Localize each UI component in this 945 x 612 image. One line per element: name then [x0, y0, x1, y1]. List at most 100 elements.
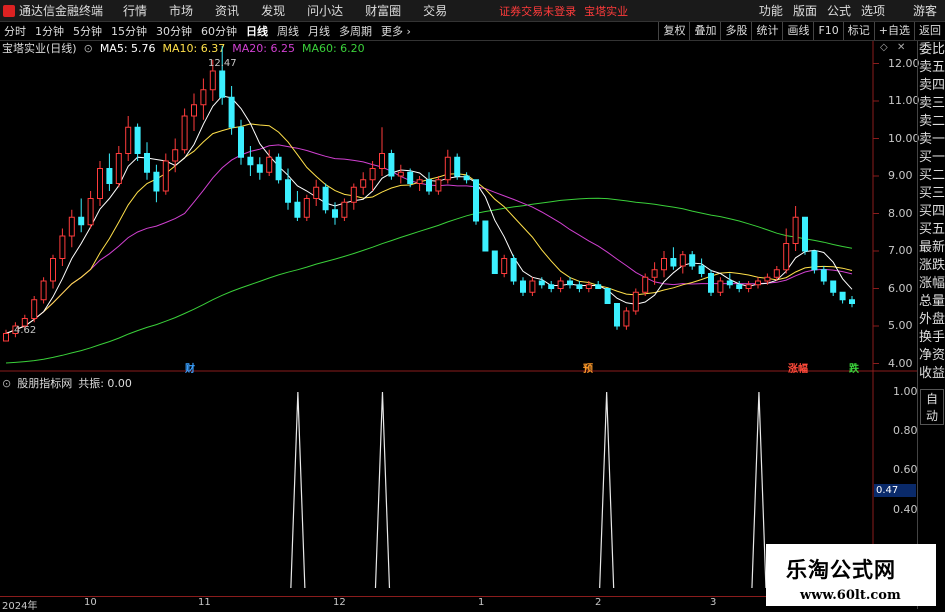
- candle-body: [115, 153, 122, 184]
- candle-body: [849, 299, 855, 304]
- side-panel-item[interactable]: 卖一: [918, 131, 945, 149]
- indicator-title: ⊙ 股朋指标网 共振: 0.00: [2, 375, 138, 391]
- indicator-formula: 共振: 0.00: [78, 377, 132, 390]
- candle-body: [698, 265, 705, 274]
- event-finance[interactable]: 财: [185, 360, 195, 375]
- candle-body: [350, 186, 357, 203]
- candle-body: [623, 310, 630, 327]
- candle-body: [520, 280, 526, 293]
- candle-body: [31, 299, 38, 319]
- event-limit-up[interactable]: 涨幅: [788, 360, 808, 375]
- candle-body: [191, 104, 197, 117]
- side-panel-item[interactable]: 买四: [918, 203, 945, 221]
- candle-body: [454, 156, 461, 177]
- side-panel-item[interactable]: 买三: [918, 185, 945, 203]
- indicator-toggle-icon[interactable]: ⊙: [2, 377, 11, 390]
- candle-body: [426, 179, 432, 192]
- candle-body: [228, 96, 235, 128]
- side-panel-item[interactable]: 最新: [918, 239, 945, 257]
- candle-body: [3, 333, 9, 342]
- candle-body: [435, 179, 442, 192]
- candle-body: [388, 153, 395, 177]
- ma60-path: [5, 197, 853, 364]
- indicator-name: 股朋指标网: [17, 377, 73, 390]
- candle-body: [341, 201, 348, 218]
- candle-body: [313, 186, 320, 199]
- candle-body: [275, 156, 282, 181]
- side-panel-item[interactable]: 净资: [918, 347, 945, 365]
- side-panel-item[interactable]: 卖三: [918, 95, 945, 113]
- candle-body: [68, 216, 75, 237]
- candle-body: [773, 269, 780, 278]
- candle-body: [238, 126, 244, 158]
- candle-body: [717, 280, 724, 293]
- event-forecast[interactable]: 预: [583, 360, 593, 375]
- candle-body: [360, 179, 367, 188]
- candle-body: [303, 198, 310, 218]
- candle-body: [764, 276, 771, 282]
- side-panel-item[interactable]: 卖二: [918, 113, 945, 131]
- price-tick-label: 8.00: [888, 206, 913, 220]
- price-tick-label: 6.00: [888, 281, 913, 295]
- ma60-line: [5, 197, 853, 364]
- candle-body: [726, 280, 733, 286]
- ma5-line: [5, 95, 853, 334]
- candle-body: [632, 291, 639, 312]
- candle-body: [745, 284, 752, 289]
- candle-body: [482, 220, 489, 252]
- candle-body: [463, 175, 470, 181]
- indicator-tick-label: 0.80: [893, 424, 918, 438]
- side-panel-item[interactable]: 买二: [918, 167, 945, 185]
- side-panel-item[interactable]: 买五: [918, 221, 945, 239]
- candle-body: [670, 258, 677, 267]
- indicator-spike: [599, 391, 615, 589]
- candle-body: [736, 284, 743, 289]
- candle-body: [125, 126, 132, 154]
- candle-body: [473, 179, 479, 222]
- side-panel-item[interactable]: 换手: [918, 329, 945, 347]
- side-panel-item[interactable]: 总量: [918, 293, 945, 311]
- candle-body: [783, 243, 790, 271]
- date-tick-label: 12: [333, 597, 346, 608]
- auto-button[interactable]: 自动: [920, 389, 944, 425]
- price-tick-label: 10.00: [888, 131, 920, 145]
- candle-body: [106, 168, 113, 184]
- candle-body: [444, 156, 451, 181]
- kline-chart[interactable]: [0, 0, 945, 609]
- indicator-current-value: 0.47: [874, 484, 916, 497]
- side-panel-item[interactable]: 涨跌: [918, 257, 945, 275]
- candle-body: [219, 70, 226, 98]
- side-panel-item[interactable]: 外盘: [918, 311, 945, 329]
- candle-body: [491, 250, 498, 274]
- candlesticks: [3, 45, 855, 342]
- indicator-tick-label: 1.00: [893, 385, 918, 398]
- candle-body: [755, 280, 761, 286]
- watermark-url: www.60lt.com: [800, 588, 901, 603]
- candle-body: [144, 153, 150, 173]
- candle-body: [172, 149, 179, 162]
- side-panel-item[interactable]: 卖四: [918, 77, 945, 95]
- candle-body: [332, 209, 338, 218]
- candle-body: [661, 258, 667, 271]
- date-axis: 2024年 10 11 12 1 2 3: [0, 596, 872, 612]
- date-tick-label: 11: [198, 597, 211, 608]
- candle-body: [820, 269, 827, 282]
- date-tick-label: 1: [478, 597, 485, 608]
- quote-side-panel: 委比 卖五 卖四 卖三 卖二 卖一 买一 买二 买三 买四 买五 最新 涨跌 涨幅 总量 外盘 换手 净资 收益自动: [917, 41, 945, 609]
- side-panel-item[interactable]: 买一: [918, 149, 945, 167]
- candle-body: [802, 216, 808, 252]
- price-tick-label: 5.00: [888, 319, 913, 332]
- side-panel-item[interactable]: 委比: [918, 41, 945, 59]
- candle-body: [153, 171, 160, 192]
- watermark: 乐淘公式网 www.60lt.com: [766, 544, 936, 606]
- indicator-tick-label: 0.60: [893, 463, 918, 477]
- candle-body: [501, 258, 508, 274]
- side-panel-item[interactable]: 收益: [918, 365, 945, 383]
- candle-body: [40, 280, 47, 301]
- price-tick-label: 9.00: [888, 169, 913, 182]
- candle-body: [689, 254, 696, 267]
- event-fall[interactable]: 跌: [849, 360, 859, 375]
- side-panel-item[interactable]: 涨幅: [918, 275, 945, 293]
- date-tick-label: 3: [710, 597, 717, 608]
- side-panel-item[interactable]: 卖五: [918, 59, 945, 77]
